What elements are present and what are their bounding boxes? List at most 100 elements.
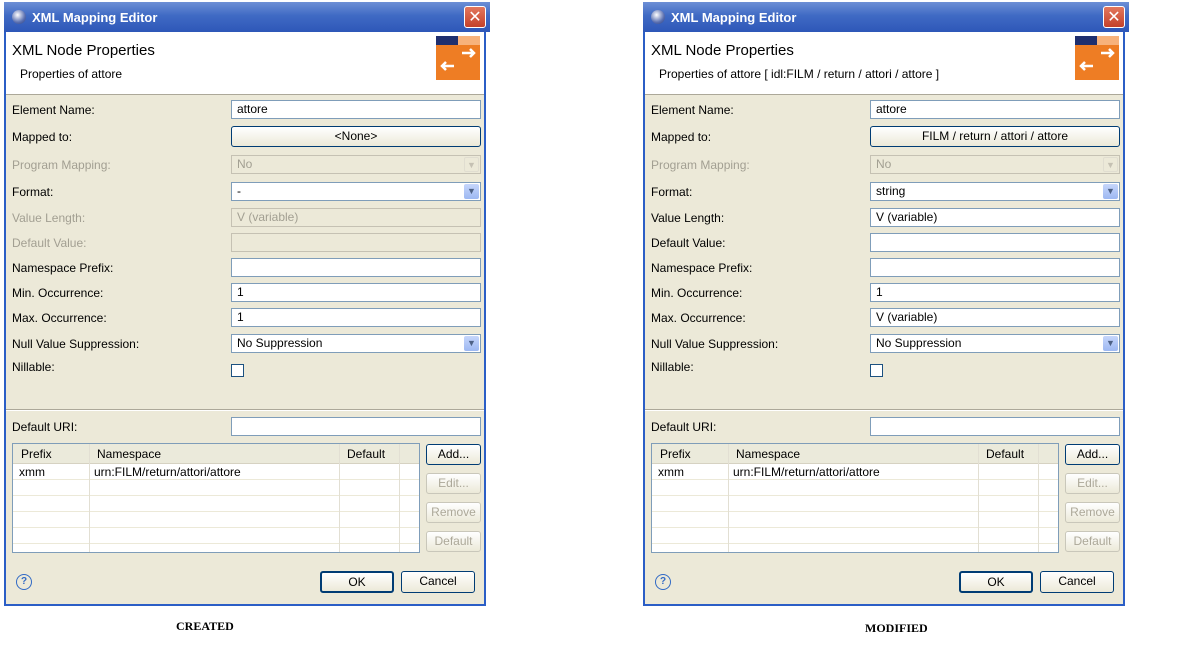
- edit-button[interactable]: Edit...: [1065, 473, 1120, 494]
- value-length-label: Value Length:: [651, 211, 725, 225]
- null-value-suppression-value: No Suppression: [876, 336, 962, 350]
- help-icon[interactable]: ?: [655, 574, 671, 590]
- window-title: XML Mapping Editor: [32, 10, 158, 25]
- element-name-input[interactable]: attore: [231, 100, 481, 119]
- cell-prefix: xmm: [658, 465, 684, 479]
- nillable-label: Nillable:: [12, 360, 55, 374]
- table-row[interactable]: xmm urn:FILM/return/attori/attore: [13, 464, 419, 480]
- column-prefix[interactable]: Prefix: [21, 447, 52, 461]
- column-prefix[interactable]: Prefix: [660, 447, 691, 461]
- table-row-empty: [652, 496, 1058, 512]
- chevron-down-icon[interactable]: ▼: [464, 184, 479, 199]
- add-button[interactable]: Add...: [426, 444, 481, 465]
- remove-button[interactable]: Remove: [1065, 502, 1120, 523]
- null-value-suppression-label: Null Value Suppression:: [651, 337, 779, 351]
- dialog-modified: XML Mapping Editor ✕ XML Node Properties…: [643, 2, 1129, 606]
- table-row-empty: [652, 480, 1058, 496]
- namespace-table[interactable]: Prefix Namespace Default xmm urn:FILM/re…: [12, 443, 420, 553]
- value-length-input[interactable]: V (variable): [870, 208, 1120, 227]
- namespace-prefix-input[interactable]: [231, 258, 481, 277]
- cell-namespace: urn:FILM/return/attori/attore: [733, 465, 880, 479]
- mapped-to-label: Mapped to:: [12, 130, 73, 144]
- namespace-prefix-label: Namespace Prefix:: [12, 261, 114, 275]
- dialog-created: XML Mapping Editor ✕ XML Node Properties…: [4, 2, 490, 606]
- cancel-button[interactable]: Cancel: [401, 571, 475, 593]
- element-name-label: Element Name:: [12, 103, 95, 117]
- page-title: XML Node Properties: [12, 42, 155, 59]
- column-divider: [339, 444, 340, 552]
- max-occurrence-input[interactable]: V (variable): [870, 308, 1120, 327]
- table-header: Prefix Namespace Default: [13, 444, 419, 464]
- column-default[interactable]: Default: [986, 447, 1024, 461]
- null-value-suppression-select[interactable]: No Suppression ▼: [231, 334, 481, 353]
- column-divider: [1038, 444, 1039, 552]
- column-namespace[interactable]: Namespace: [736, 447, 800, 461]
- format-select[interactable]: string ▼: [870, 182, 1120, 201]
- min-occurrence-input[interactable]: 1: [870, 283, 1120, 302]
- element-name-input[interactable]: attore: [870, 100, 1120, 119]
- title-bar[interactable]: XML Mapping Editor ✕: [643, 2, 1129, 32]
- cell-namespace: urn:FILM/return/attori/attore: [94, 465, 241, 479]
- default-uri-input[interactable]: [870, 417, 1120, 436]
- min-occurrence-input[interactable]: 1: [231, 283, 481, 302]
- default-value-input[interactable]: [870, 233, 1120, 252]
- default-uri-label: Default URI:: [12, 420, 78, 434]
- format-label: Format:: [651, 185, 693, 199]
- mapped-to-button[interactable]: FILM / return / attori / attore: [870, 126, 1120, 147]
- ok-button[interactable]: OK: [959, 571, 1033, 593]
- max-occurrence-label: Max. Occurrence:: [651, 311, 746, 325]
- table-header: Prefix Namespace Default: [652, 444, 1058, 464]
- close-icon[interactable]: ✕: [1103, 6, 1125, 28]
- table-row-empty: [652, 512, 1058, 528]
- chevron-down-icon[interactable]: ▼: [464, 336, 479, 351]
- close-icon[interactable]: ✕: [464, 6, 486, 28]
- program-mapping-select[interactable]: No ▼: [870, 155, 1120, 174]
- table-row-empty: [13, 480, 419, 496]
- column-divider: [399, 444, 400, 552]
- caption-modified: MODIFIED: [865, 621, 928, 635]
- namespace-table[interactable]: Prefix Namespace Default xmm urn:FILM/re…: [651, 443, 1059, 553]
- null-value-suppression-select[interactable]: No Suppression ▼: [870, 334, 1120, 353]
- format-label: Format:: [12, 185, 54, 199]
- default-button[interactable]: Default: [426, 531, 481, 552]
- chevron-down-icon: ▼: [464, 157, 479, 172]
- mapped-to-button[interactable]: <None>: [231, 126, 481, 147]
- edit-button[interactable]: Edit...: [426, 473, 481, 494]
- remove-button[interactable]: Remove: [426, 502, 481, 523]
- nillable-checkbox[interactable]: [870, 364, 883, 377]
- value-length-label: Value Length:: [12, 211, 86, 225]
- element-name-label: Element Name:: [651, 103, 734, 117]
- max-occurrence-input[interactable]: 1: [231, 308, 481, 327]
- default-value-input[interactable]: [231, 233, 481, 252]
- program-mapping-value: No: [237, 157, 253, 171]
- program-mapping-select[interactable]: No ▼: [231, 155, 481, 174]
- column-divider: [978, 444, 979, 552]
- header-banner: XML Node Properties Properties of attore…: [645, 32, 1123, 95]
- table-row-empty: [652, 528, 1058, 544]
- cancel-button[interactable]: Cancel: [1040, 571, 1114, 593]
- default-button[interactable]: Default: [1065, 531, 1120, 552]
- namespace-prefix-input[interactable]: [870, 258, 1120, 277]
- column-namespace[interactable]: Namespace: [97, 447, 161, 461]
- max-occurrence-label: Max. Occurrence:: [12, 311, 107, 325]
- chevron-down-icon[interactable]: ▼: [1103, 336, 1118, 351]
- page-subtitle: Properties of attore [ idl:FILM / return…: [659, 67, 940, 81]
- table-row-empty: [13, 528, 419, 544]
- namespace-prefix-label: Namespace Prefix:: [651, 261, 753, 275]
- title-bar[interactable]: XML Mapping Editor ✕: [4, 2, 490, 32]
- table-row-empty: [13, 496, 419, 512]
- default-uri-input[interactable]: [231, 417, 481, 436]
- table-row[interactable]: xmm urn:FILM/return/attori/attore: [652, 464, 1058, 480]
- add-button[interactable]: Add...: [1065, 444, 1120, 465]
- help-icon[interactable]: ?: [16, 574, 32, 590]
- chevron-down-icon[interactable]: ▼: [1103, 184, 1118, 199]
- ok-button[interactable]: OK: [320, 571, 394, 593]
- format-select[interactable]: - ▼: [231, 182, 481, 201]
- nillable-checkbox[interactable]: [231, 364, 244, 377]
- caption-created: CREATED: [176, 619, 234, 633]
- null-value-suppression-value: No Suppression: [237, 336, 323, 350]
- column-default[interactable]: Default: [347, 447, 385, 461]
- value-length-input[interactable]: V (variable): [231, 208, 481, 227]
- xml-mapping-icon: [1075, 36, 1119, 80]
- window-title: XML Mapping Editor: [671, 10, 797, 25]
